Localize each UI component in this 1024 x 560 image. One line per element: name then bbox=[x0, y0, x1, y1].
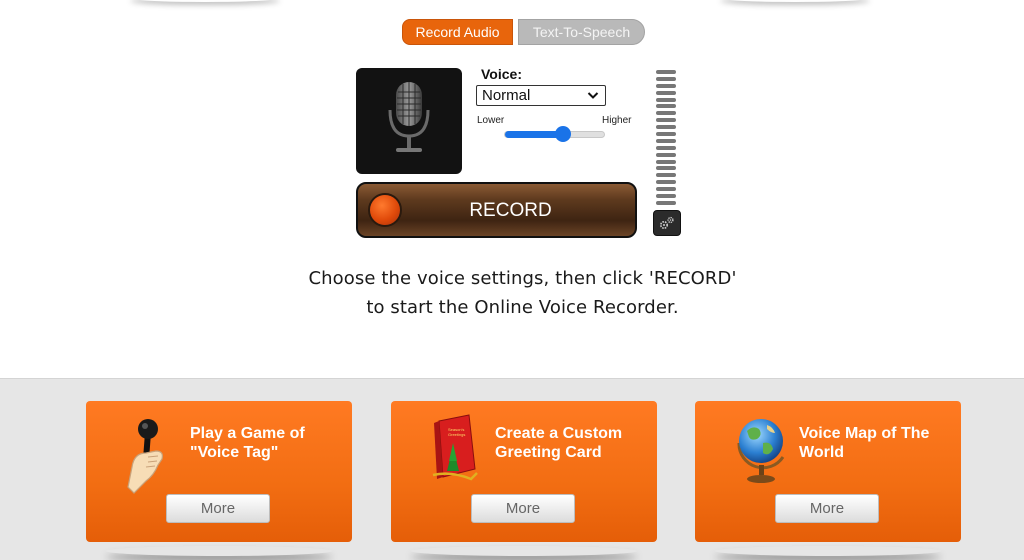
more-button[interactable]: More bbox=[775, 494, 879, 523]
chevron-down-icon bbox=[587, 92, 599, 99]
svg-text:Greetings: Greetings bbox=[448, 432, 465, 437]
instructions-line-2: to start the Online Voice Recorder. bbox=[366, 297, 679, 318]
card-title: Create a Custom Greeting Card bbox=[495, 425, 623, 461]
level-meter-bar bbox=[656, 173, 676, 178]
pitch-slider[interactable] bbox=[504, 126, 605, 142]
settings-button[interactable] bbox=[653, 210, 681, 236]
instructions-line-1: Choose the voice settings, then click 'R… bbox=[308, 268, 737, 289]
level-meter-bar bbox=[656, 83, 676, 88]
voice-select[interactable]: Normal bbox=[476, 85, 606, 106]
top-shadow-decoration bbox=[130, 0, 280, 2]
microphone-icon bbox=[388, 82, 430, 152]
feature-cards-section: Play a Game of "Voice Tag" More Season's… bbox=[0, 378, 1024, 560]
level-meter-bar bbox=[656, 145, 676, 150]
card-shadow bbox=[106, 546, 332, 556]
top-shadow-decoration bbox=[720, 0, 870, 2]
level-meter-bar bbox=[656, 104, 676, 109]
pitch-lower-label: Lower bbox=[477, 115, 505, 126]
record-button[interactable]: RECORD bbox=[356, 182, 637, 238]
card-greeting-card[interactable]: Season's Greetings Create a Custom Greet… bbox=[391, 401, 657, 542]
card-title: Play a Game of "Voice Tag" bbox=[190, 425, 305, 461]
level-meter-bar bbox=[656, 97, 676, 102]
card-voice-map[interactable]: Voice Map of The World More bbox=[695, 401, 961, 542]
pitch-slider-thumb[interactable] bbox=[555, 126, 572, 142]
greeting-card-icon: Season's Greetings bbox=[432, 414, 478, 481]
level-meter-bar bbox=[656, 152, 676, 157]
tab-record-audio[interactable]: Record Audio bbox=[402, 19, 513, 45]
level-meter-bar bbox=[656, 132, 676, 137]
level-meter-bar bbox=[656, 118, 676, 123]
microphone-hand-icon bbox=[127, 419, 163, 494]
more-button[interactable]: More bbox=[166, 494, 270, 523]
more-button[interactable]: More bbox=[471, 494, 575, 523]
instructions-text: Choose the voice settings, then click 'R… bbox=[0, 264, 1024, 322]
level-meter-bar bbox=[656, 166, 676, 171]
level-meter-bar bbox=[656, 111, 676, 116]
tab-text-to-speech[interactable]: Text-To-Speech bbox=[518, 19, 645, 45]
level-meter-bar bbox=[656, 180, 676, 185]
level-meter-bar bbox=[656, 194, 676, 199]
level-meter-bar bbox=[656, 90, 676, 95]
voice-select-value: Normal bbox=[482, 87, 531, 104]
record-button-label: RECORD bbox=[469, 200, 552, 221]
microphone-display bbox=[356, 68, 462, 174]
audio-level-meter bbox=[656, 70, 678, 208]
gears-icon bbox=[659, 216, 674, 230]
level-meter-bar bbox=[656, 76, 676, 81]
level-meter-bar bbox=[656, 125, 676, 130]
level-meter-bar bbox=[656, 200, 676, 205]
card-shadow bbox=[715, 546, 941, 556]
level-meter-bar bbox=[656, 159, 676, 164]
card-voice-tag[interactable]: Play a Game of "Voice Tag" More bbox=[86, 401, 352, 542]
card-title: Voice Map of The World bbox=[799, 425, 930, 461]
level-meter-bar bbox=[656, 70, 676, 74]
globe-icon bbox=[737, 419, 785, 483]
level-meter-bar bbox=[656, 187, 676, 192]
level-meter-bar bbox=[656, 138, 676, 143]
mode-tabs: Record Audio Text-To-Speech bbox=[402, 19, 645, 45]
voice-label: Voice: bbox=[481, 66, 522, 82]
card-shadow bbox=[411, 546, 637, 556]
pitch-higher-label: Higher bbox=[602, 115, 632, 126]
